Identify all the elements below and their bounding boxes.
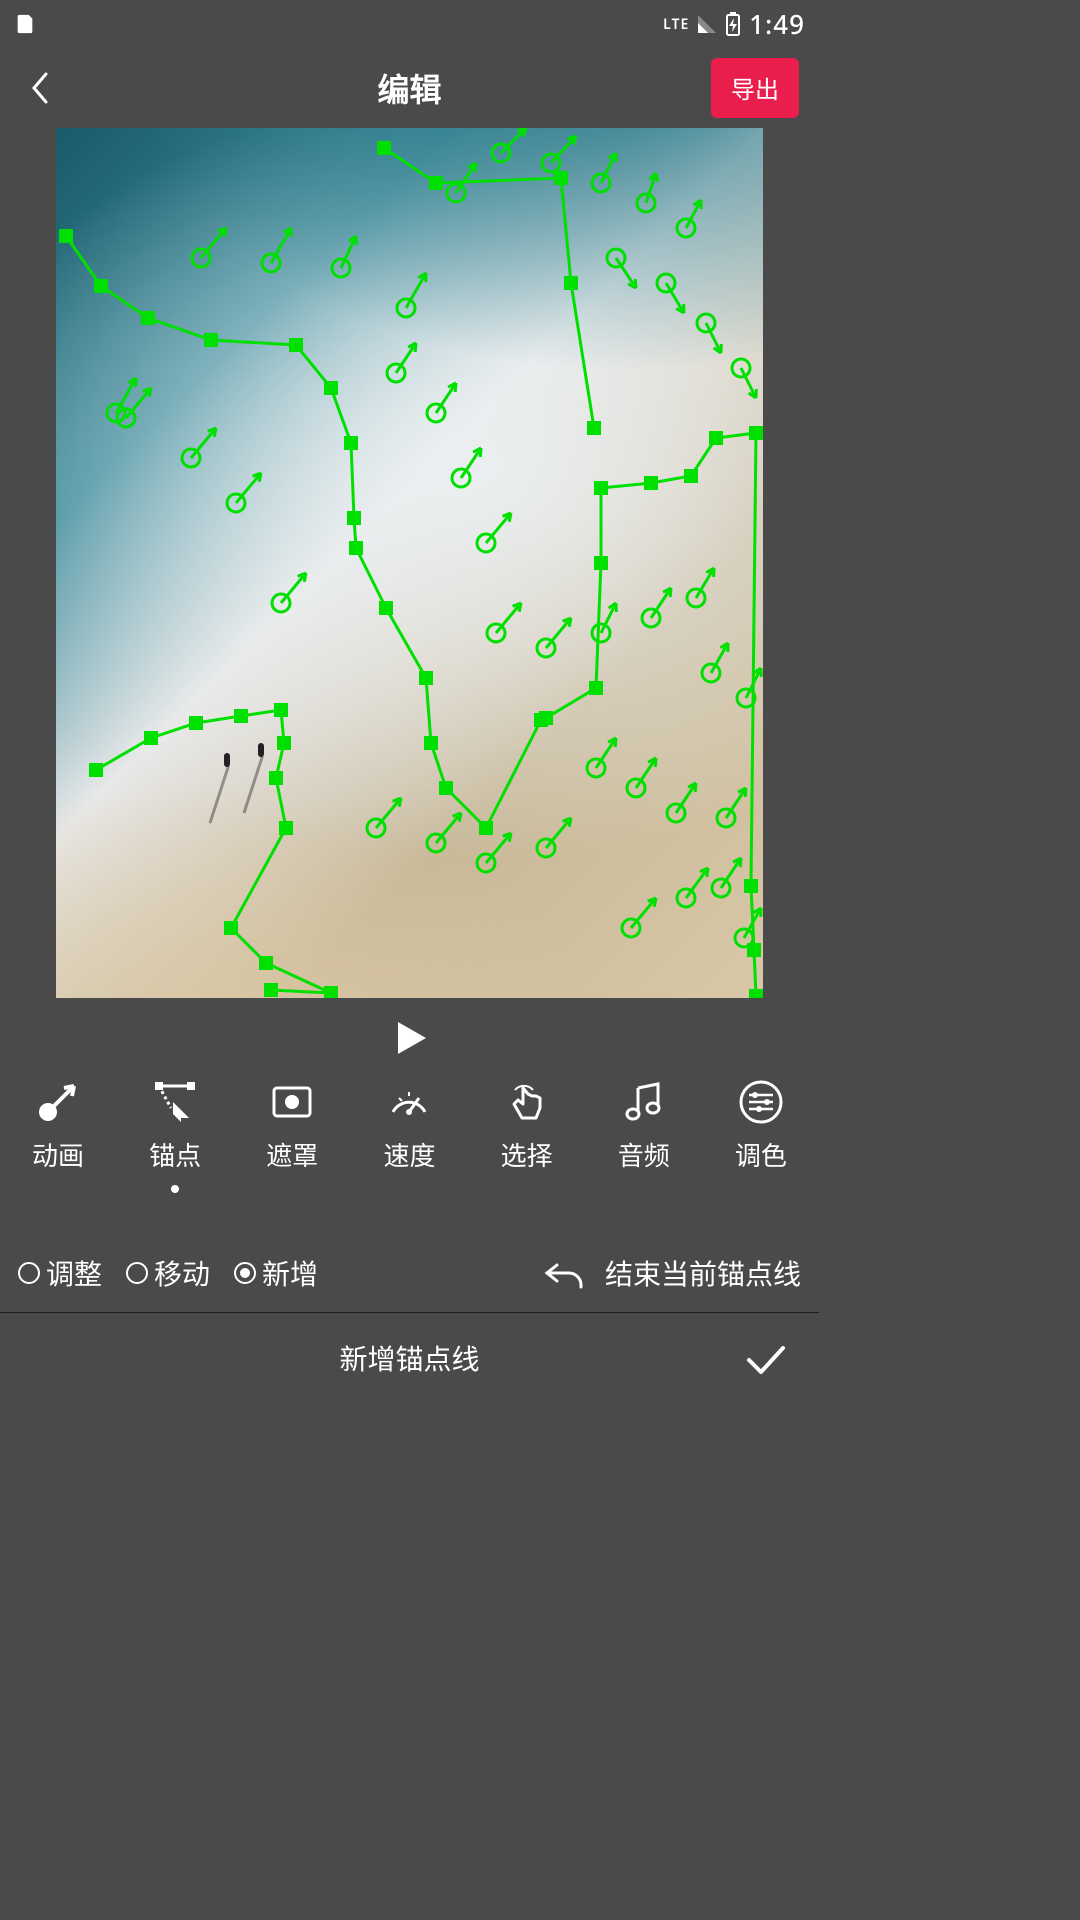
status-bar: LTE 1:49: [0, 0, 819, 48]
mode-radio-adjust[interactable]: 调整: [18, 1253, 102, 1293]
header-bar: 编辑 导出: [0, 48, 819, 128]
tool-color[interactable]: 调色: [711, 1078, 811, 1173]
chevron-left-icon: [28, 70, 52, 106]
tool-label: 选择: [501, 1136, 553, 1173]
tool-audio[interactable]: 音频: [594, 1078, 694, 1173]
preview-canvas[interactable]: [56, 128, 763, 998]
clock: 1:49: [749, 6, 805, 42]
bottom-bar: 新增锚点线: [0, 1313, 819, 1403]
tool-animation[interactable]: 动画: [8, 1078, 108, 1173]
sliders-icon: [737, 1078, 785, 1126]
tool-speed[interactable]: 速度: [359, 1078, 459, 1173]
checkmark-icon: [741, 1334, 789, 1382]
mode-row: 调整 移动 新增 结束当前锚点线: [0, 1233, 819, 1313]
mode-label: 移动: [154, 1253, 210, 1293]
radio-ring-icon: [18, 1262, 40, 1284]
tool-row: 动画 锚点 遮罩 速度 选择 音频 调色: [0, 1078, 819, 1173]
signal-icon: [697, 14, 717, 34]
tap-hand-icon: [503, 1078, 551, 1126]
anchor-path-icon: [151, 1078, 199, 1126]
mode-radio-add[interactable]: 新增: [234, 1253, 318, 1293]
battery-charging-icon: [725, 12, 741, 36]
tool-label: 动画: [32, 1136, 84, 1173]
undo-button[interactable]: [543, 1251, 587, 1295]
undo-icon: [543, 1251, 587, 1295]
add-anchor-line-label: 新增锚点线: [339, 1338, 479, 1378]
page-title: 编辑: [0, 65, 819, 111]
speedometer-icon: [385, 1078, 433, 1126]
tool-select[interactable]: 选择: [477, 1078, 577, 1173]
tool-label: 音频: [618, 1136, 670, 1173]
play-button[interactable]: [388, 1016, 432, 1060]
music-note-icon: [620, 1078, 668, 1126]
sd-card-icon: [14, 13, 36, 35]
mode-label: 新增: [262, 1253, 318, 1293]
playback-row: [0, 998, 819, 1078]
tool-label: 锚点: [149, 1136, 201, 1173]
radio-ring-icon: [234, 1262, 256, 1284]
tool-label: 调色: [735, 1136, 787, 1173]
tool-label: 遮罩: [266, 1136, 318, 1173]
mask-icon: [268, 1078, 316, 1126]
confirm-button[interactable]: [741, 1334, 789, 1382]
tool-label: 速度: [383, 1136, 435, 1173]
motion-arrow-icon: [34, 1078, 82, 1126]
finish-anchor-line-button[interactable]: 结束当前锚点线: [605, 1253, 801, 1293]
anchor-overlay: [56, 128, 763, 998]
canvas-container: [0, 128, 819, 998]
tool-anchor[interactable]: 锚点: [125, 1078, 225, 1173]
radio-ring-icon: [126, 1262, 148, 1284]
mode-radio-move[interactable]: 移动: [126, 1253, 210, 1293]
mode-label: 调整: [46, 1253, 102, 1293]
tool-mask[interactable]: 遮罩: [242, 1078, 342, 1173]
network-indicator: LTE: [663, 15, 689, 34]
back-button[interactable]: [20, 68, 60, 108]
play-icon: [388, 1016, 432, 1060]
export-button[interactable]: 导出: [711, 58, 799, 118]
